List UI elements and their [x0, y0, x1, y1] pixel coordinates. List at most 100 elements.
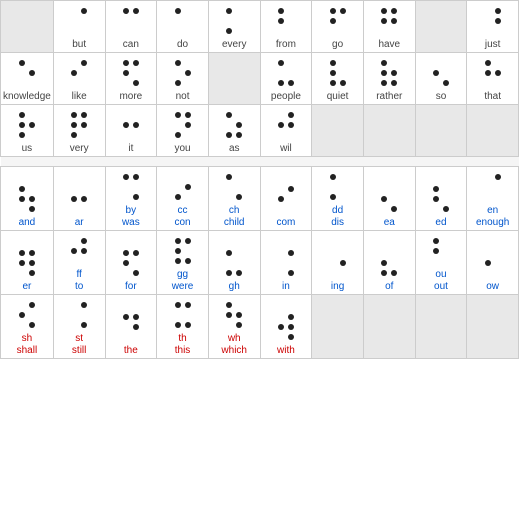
- braille-cell: wil: [260, 105, 312, 157]
- cell-inner: ch child: [211, 169, 258, 229]
- empty-dot: [329, 183, 335, 189]
- filled-dot: [19, 122, 25, 128]
- empty-dot: [329, 27, 335, 33]
- filled-dot: [288, 314, 294, 320]
- braille-cell: rather: [363, 53, 415, 105]
- filled-dot: [185, 112, 191, 118]
- cell-inner: ea: [366, 181, 413, 229]
- empty-dot: [287, 69, 293, 75]
- empty-dot: [339, 173, 345, 179]
- filled-dot: [123, 260, 129, 266]
- empty-dot: [184, 193, 190, 199]
- cell-label: every: [222, 39, 246, 51]
- empty-dot: [277, 69, 283, 75]
- empty-dot: [277, 111, 283, 117]
- cell-label: it: [128, 143, 133, 155]
- dots-grid: [432, 59, 450, 89]
- cell-label: ow: [486, 281, 499, 293]
- dots-grid: [277, 249, 295, 279]
- cell-label: by was: [122, 205, 140, 229]
- braille-cell: every: [208, 1, 260, 53]
- filled-dot: [71, 122, 77, 128]
- empty-dot: [80, 69, 86, 75]
- filled-dot: [236, 194, 242, 200]
- filled-dot: [29, 270, 35, 276]
- cell-inner: com: [263, 181, 310, 229]
- cell-label: ed: [435, 217, 446, 229]
- filled-dot: [226, 312, 232, 318]
- cell-label: th this: [175, 333, 191, 357]
- braille-cell: com: [260, 167, 312, 231]
- filled-dot: [288, 324, 294, 330]
- filled-dot: [133, 324, 139, 330]
- filled-dot: [433, 186, 439, 192]
- empty-dot: [380, 249, 386, 255]
- filled-dot: [330, 174, 336, 180]
- cell-label: but: [72, 39, 86, 51]
- dots-grid: [122, 111, 140, 141]
- empty-dot: [70, 205, 76, 211]
- dots-grid: [18, 185, 36, 215]
- cell-label: st still: [72, 333, 86, 357]
- braille-cell: gh: [208, 231, 260, 295]
- empty-dot: [184, 247, 190, 253]
- filled-dot: [391, 206, 397, 212]
- cell-label: like: [72, 91, 87, 103]
- empty-dot: [132, 69, 138, 75]
- braille-cell: but: [53, 1, 105, 53]
- filled-dot: [340, 260, 346, 266]
- cell-inner: wil: [263, 107, 310, 155]
- filled-dot: [226, 28, 232, 34]
- cell-inner: st still: [56, 297, 103, 357]
- dots-grid: [432, 185, 450, 215]
- filled-dot: [485, 70, 491, 76]
- empty-dot: [494, 269, 500, 275]
- braille-cell: [312, 295, 364, 359]
- braille-cell: ou out: [415, 231, 467, 295]
- empty-dot: [339, 69, 345, 75]
- empty-dot: [277, 259, 283, 265]
- empty-dot: [184, 27, 190, 33]
- empty-dot: [277, 131, 283, 137]
- empty-dot: [339, 193, 345, 199]
- braille-cell: by was: [105, 167, 157, 231]
- empty-dot: [80, 257, 86, 263]
- filled-dot: [433, 238, 439, 244]
- empty-dot: [122, 323, 128, 329]
- filled-dot: [236, 312, 242, 318]
- filled-dot: [340, 8, 346, 14]
- empty-dot: [18, 79, 24, 85]
- braille-cell: from: [260, 1, 312, 53]
- filled-dot: [175, 322, 181, 328]
- dots-grid: [225, 173, 243, 203]
- cell-label: ing: [331, 281, 344, 293]
- filled-dot: [236, 322, 242, 328]
- filled-dot: [175, 60, 181, 66]
- cell-label: do: [177, 39, 188, 51]
- empty-dot: [70, 257, 76, 263]
- filled-dot: [133, 314, 139, 320]
- empty-dot: [174, 173, 180, 179]
- braille-cell: [467, 105, 519, 157]
- braille-cell: ow: [467, 231, 519, 295]
- empty-dot: [132, 333, 138, 339]
- braille-cell: ing: [312, 231, 364, 295]
- dots-grid: [122, 59, 140, 89]
- cell-inner: with: [263, 309, 310, 357]
- filled-dot: [123, 60, 129, 66]
- cell-inner: sh shall: [3, 297, 51, 357]
- cell-inner: ou out: [418, 233, 465, 293]
- filled-dot: [71, 248, 77, 254]
- filled-dot: [330, 70, 336, 76]
- dots-grid: [70, 7, 88, 37]
- filled-dot: [381, 60, 387, 66]
- empty-dot: [28, 185, 34, 191]
- cell-label: in: [282, 281, 290, 293]
- empty-dot: [390, 195, 396, 201]
- dots-grid: [277, 7, 295, 37]
- braille-cell: [415, 105, 467, 157]
- empty-dot: [18, 269, 24, 275]
- dots-grid: [380, 7, 398, 37]
- filled-dot: [381, 260, 387, 266]
- empty-dot: [484, 79, 490, 85]
